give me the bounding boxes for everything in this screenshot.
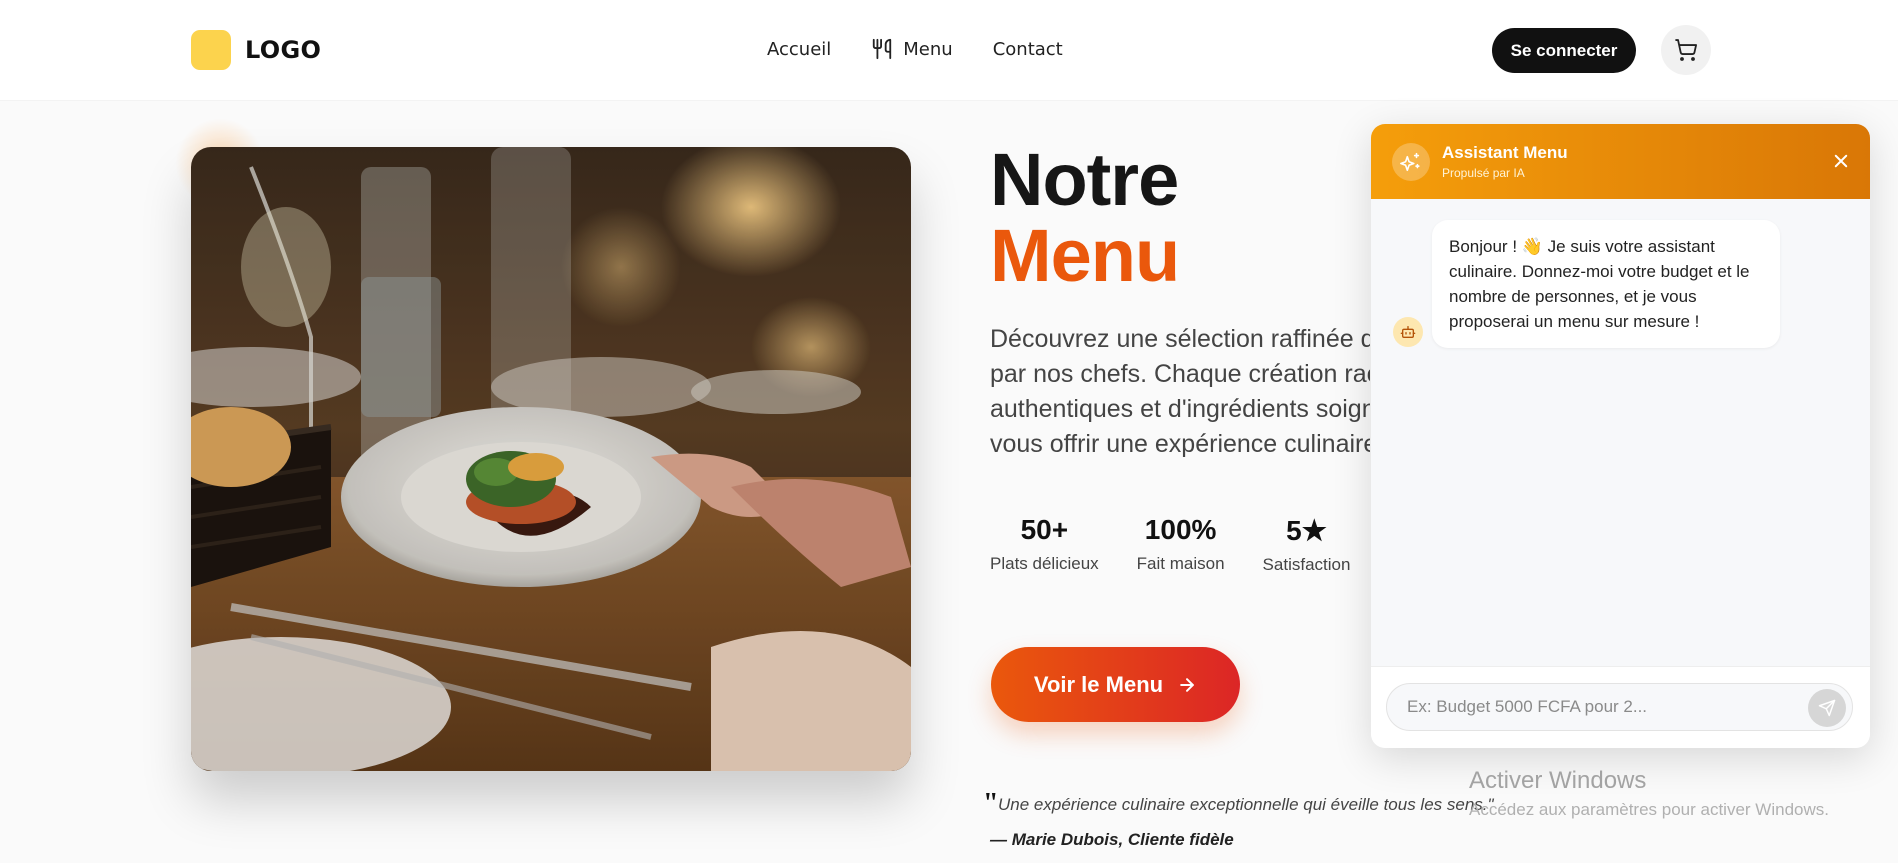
logo-mark [191, 30, 231, 70]
nav-item-accueil[interactable]: Accueil [767, 39, 831, 60]
login-button[interactable]: Se connecter [1492, 28, 1636, 73]
quote-mark-icon: " [983, 788, 999, 819]
description-line: authentiques et d'ingrédients soign [990, 395, 1370, 423]
windows-activation-subtitle: Accédez aux paramètres pour activer Wind… [1469, 800, 1829, 819]
chat-input[interactable] [1386, 683, 1853, 731]
chat-assistant-panel: Assistant Menu Propulsé par IA Bonjour !… [1371, 124, 1870, 748]
arrow-right-icon [1180, 677, 1194, 692]
bot-icon [1400, 326, 1416, 338]
title-line-1: Notre [990, 138, 1179, 221]
logo[interactable]: LOGO [191, 30, 321, 70]
stat-value: 5★ [1286, 515, 1327, 546]
nav-item-contact[interactable]: Contact [993, 39, 1063, 60]
nav-label: Menu [903, 38, 953, 60]
stat-label: Plats délicieux [990, 554, 1099, 573]
chat-close-button[interactable] [1829, 149, 1853, 173]
stat-value: 100% [1144, 514, 1217, 545]
cart-button[interactable] [1661, 25, 1711, 75]
send-button[interactable] [1808, 689, 1846, 727]
close-icon [1834, 154, 1848, 168]
cta-label: Voir le Menu [1033, 671, 1164, 697]
description-line: Découvrez une sélection raffinée d [990, 325, 1370, 353]
cart-icon [1675, 39, 1697, 61]
chat-title: Assistant Menu [1442, 143, 1568, 162]
nav-item-menu[interactable]: Menu [871, 38, 953, 60]
windows-activation-title: Activer Windows [1469, 767, 1647, 794]
description-line: par nos chefs. Chaque création rac [990, 360, 1370, 388]
nav-label: Accueil [767, 38, 832, 60]
restaurant-table-photo [191, 147, 911, 771]
hero-image [191, 147, 911, 771]
testimonial-quote: Une expérience culinaire exceptionnelle … [998, 795, 1494, 814]
chat-avatar [1392, 143, 1430, 181]
hero-description: Découvrez une sélection raffinée d par n… [990, 322, 1370, 462]
send-icon [1818, 699, 1836, 717]
stat-label: Fait maison [1136, 554, 1225, 573]
bot-avatar [1393, 317, 1423, 347]
description-line: vous offrir une expérience culinaire [990, 430, 1370, 458]
view-menu-button[interactable]: Voir le Menu [991, 647, 1240, 722]
stat-label: Satisfaction [1262, 555, 1351, 574]
utensils-icon [873, 38, 892, 60]
chat-footer [1371, 666, 1870, 748]
stat-satisfaction: 5★ Satisfaction [1263, 514, 1351, 575]
title-line-2: Menu [990, 214, 1180, 297]
assistant-message: Bonjour ! 👋 Je suis votre assistant culi… [1432, 220, 1780, 348]
page-title: Notre Menu [990, 138, 1180, 297]
testimonial-author: — Marie Dubois, Cliente fidèle [990, 830, 1234, 849]
main-nav: Accueil Menu Contact [767, 38, 1063, 60]
nav-label: Contact [992, 38, 1063, 60]
logo-text: LOGO [245, 36, 322, 64]
sparkles-icon [1400, 152, 1420, 172]
stat-homemade: 100% Fait maison [1137, 514, 1225, 575]
site-header: LOGO Accueil Menu Contact Se connecter [0, 0, 1898, 101]
stat-dishes: 50+ Plats délicieux [990, 514, 1099, 575]
chat-subtitle: Propulsé par IA [1442, 166, 1525, 180]
chat-header: Assistant Menu Propulsé par IA [1371, 124, 1870, 199]
stat-value: 50+ [1020, 514, 1069, 545]
stats-row: 50+ Plats délicieux 100% Fait maison 5★ … [990, 514, 1350, 575]
